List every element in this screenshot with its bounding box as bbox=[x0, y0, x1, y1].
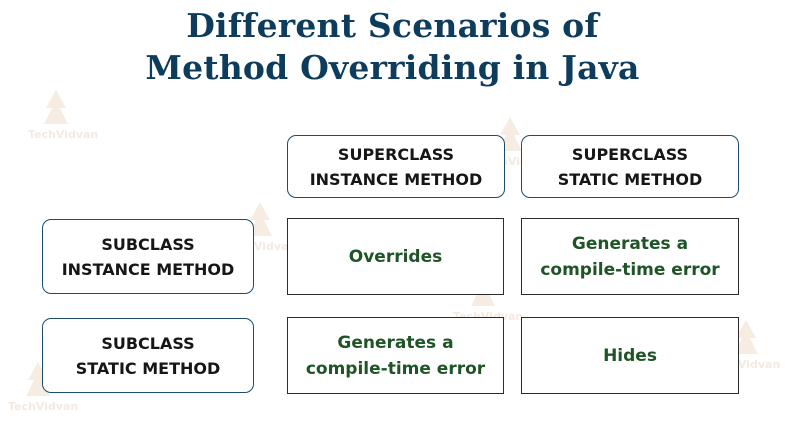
cell-line-2: compile-time error bbox=[305, 358, 486, 379]
column-header-line-1: SUPERCLASS bbox=[337, 144, 455, 164]
cell-line-2: compile-time error bbox=[540, 259, 720, 280]
column-header-line-2: INSTANCE METHOD bbox=[309, 169, 483, 189]
column-header-line-1: SUPERCLASS bbox=[571, 144, 689, 164]
row-header-line-1: SUBCLASS bbox=[101, 234, 195, 254]
watermark-text: TechVidvan bbox=[8, 400, 79, 413]
cell-line-1: Generates a bbox=[571, 233, 689, 254]
watermark-text: TechVidvan bbox=[28, 128, 99, 141]
column-header-line-2: STATIC METHOD bbox=[557, 169, 703, 189]
diagram-title-line-2: Method Overriding in Java bbox=[145, 48, 640, 87]
diagram-title-line-1: Different Scenarios of bbox=[186, 6, 599, 45]
watermark-logo: TechVidvan bbox=[18, 88, 98, 148]
cell-instance-static: Generates a compile-time error bbox=[521, 218, 739, 295]
row-header-line-2: INSTANCE METHOD bbox=[61, 259, 235, 279]
row-header-line-2: STATIC METHOD bbox=[75, 358, 221, 378]
cell-instance-instance: Overrides bbox=[287, 218, 504, 295]
cell-line-1: Hides bbox=[603, 345, 657, 366]
cell-line-1: Generates a bbox=[337, 332, 454, 353]
row-header-line-1: SUBCLASS bbox=[101, 333, 195, 353]
row-header-subclass-static-method: SUBCLASS STATIC METHOD bbox=[42, 318, 254, 393]
cell-static-static: Hides bbox=[521, 317, 739, 394]
cell-static-instance: Generates a compile-time error bbox=[287, 317, 504, 394]
row-header-subclass-instance-method: SUBCLASS INSTANCE METHOD bbox=[42, 219, 254, 294]
column-header-superclass-instance-method: SUPERCLASS INSTANCE METHOD bbox=[287, 135, 505, 198]
cell-line-1: Overrides bbox=[348, 246, 443, 267]
column-header-superclass-static-method: SUPERCLASS STATIC METHOD bbox=[521, 135, 739, 198]
